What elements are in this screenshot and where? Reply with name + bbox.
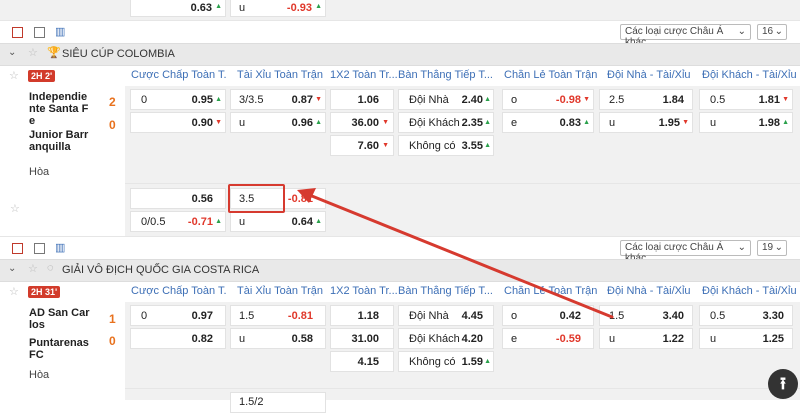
arrow-line: [300, 190, 614, 319]
arrow-up-icon: ⭱: [780, 374, 786, 393]
annotation-arrow: [297, 188, 614, 319]
scroll-to-top-button[interactable]: ⭱: [768, 369, 798, 399]
